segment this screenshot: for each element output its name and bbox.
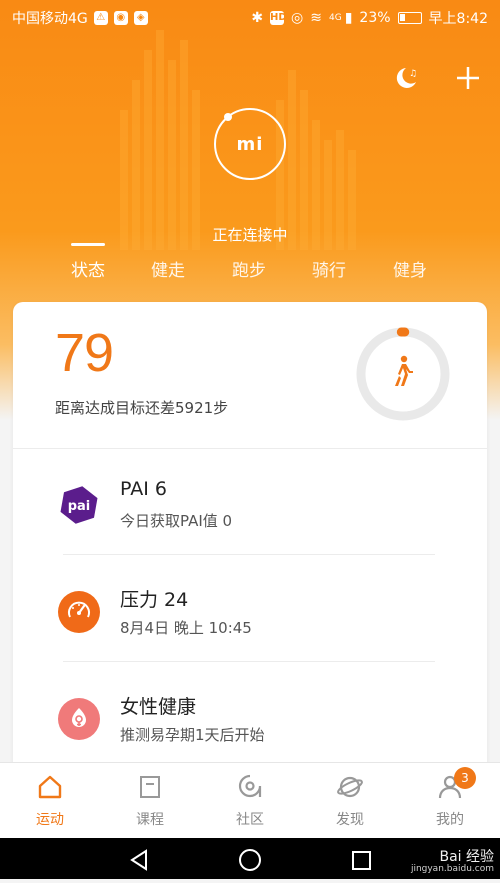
wifi-icon: ≋ <box>310 10 322 26</box>
course-icon <box>140 776 160 798</box>
nav-courses[interactable]: 课程 <box>100 773 200 829</box>
svg-text:♫: ♫ <box>409 69 417 79</box>
bottom-navigation: 运动 课程 社区 发现 我的 3 <box>0 762 500 839</box>
app-notification-icon: ◉ <box>113 11 128 25</box>
nav-label: 课程 <box>136 812 164 828</box>
community-icon <box>238 774 262 798</box>
tab-walking[interactable]: 健走 <box>151 256 185 281</box>
sleep-music-icon[interactable]: ♫ <box>392 64 420 92</box>
activity-tabs: 状态 健走 跑步 骑行 健身 <box>0 256 500 286</box>
clock: 早上8:42 <box>428 11 488 27</box>
goal-remaining: 距离达成目标还差5921步 <box>55 399 229 417</box>
pai-subtitle: 今日获取PAI值 0 <box>120 512 233 530</box>
tab-fitness[interactable]: 健身 <box>393 256 427 281</box>
notification-badge: 3 <box>454 767 476 789</box>
watermark: Bai 经验 jingyan.baidu.com <box>410 848 494 875</box>
steps-count: 79 <box>55 323 114 383</box>
stress-title: 压力 24 <box>120 589 189 611</box>
notification-icon: ⚠ <box>93 11 108 25</box>
list-item-female-health[interactable]: 女性健康 推测易孕期1天后开始 <box>13 696 487 772</box>
nav-profile[interactable]: 我的 <box>400 773 500 829</box>
activity-card: 79 距离达成目标还差5921步 pai PAI 6 今日获取PAI值 0 压力… <box>13 302 487 772</box>
back-icon <box>130 849 147 871</box>
add-icon[interactable] <box>454 64 482 92</box>
carrier-label: 中国移动4G <box>12 11 88 27</box>
home-button-icon <box>239 849 261 871</box>
nav-label: 发现 <box>336 812 364 828</box>
bluetooth-icon: ✱ <box>251 10 264 26</box>
nav-community[interactable]: 社区 <box>200 773 300 829</box>
recents-icon <box>352 851 371 870</box>
tab-cycling[interactable]: 骑行 <box>312 256 346 281</box>
network-label: 4G <box>329 13 342 23</box>
active-tab-indicator <box>71 243 105 246</box>
status-bar: 中国移动4G ⚠ ◉ ◈ ✱ HD ◎ ≋ 4G ▮ 23% 早上8:42 <box>0 0 500 34</box>
connection-indicator <box>224 113 232 121</box>
walking-icon <box>395 355 413 386</box>
signal-icon: ▮ <box>344 10 353 26</box>
list-item-stress[interactable]: 压力 24 8月4日 晚上 10:45 <box>13 589 487 691</box>
hd-icon: HD <box>270 11 287 25</box>
nav-discover[interactable]: 发现 <box>300 773 400 829</box>
pai-icon: pai <box>58 484 100 526</box>
stress-subtitle: 8月4日 晚上 10:45 <box>120 619 252 637</box>
system-navigation-bar: Bai 经验 jingyan.baidu.com <box>0 838 500 879</box>
female-icon <box>58 698 100 740</box>
divider <box>63 661 435 662</box>
home-icon <box>38 775 62 799</box>
female-health-subtitle: 推测易孕期1天后开始 <box>120 726 265 744</box>
nav-label: 我的 <box>436 812 464 828</box>
svg-text:pai: pai <box>68 499 91 514</box>
connection-status: 正在连接中 <box>212 226 288 244</box>
pai-title: PAI 6 <box>120 478 167 500</box>
tab-status[interactable]: 状态 <box>71 256 105 281</box>
goal-progress-ring <box>356 327 450 421</box>
female-health-title: 女性健康 <box>120 696 197 718</box>
divider <box>63 554 435 555</box>
list-item-pai[interactable]: pai PAI 6 今日获取PAI值 0 <box>13 478 487 584</box>
divider <box>13 448 487 449</box>
battery-icon <box>397 12 422 24</box>
battery-percent: 23% <box>359 10 391 26</box>
eye-comfort-icon: ◎ <box>291 10 304 26</box>
mi-logo: mi <box>236 133 264 155</box>
nav-label: 社区 <box>236 812 264 828</box>
gauge-icon <box>58 591 100 633</box>
steps-summary[interactable]: 79 距离达成目标还差5921步 <box>13 302 487 448</box>
tab-running[interactable]: 跑步 <box>232 256 266 281</box>
discover-icon <box>337 776 363 798</box>
nav-label: 运动 <box>36 812 64 828</box>
nav-exercise[interactable]: 运动 <box>0 773 100 829</box>
app-notification-icon-2: ◈ <box>133 11 148 25</box>
